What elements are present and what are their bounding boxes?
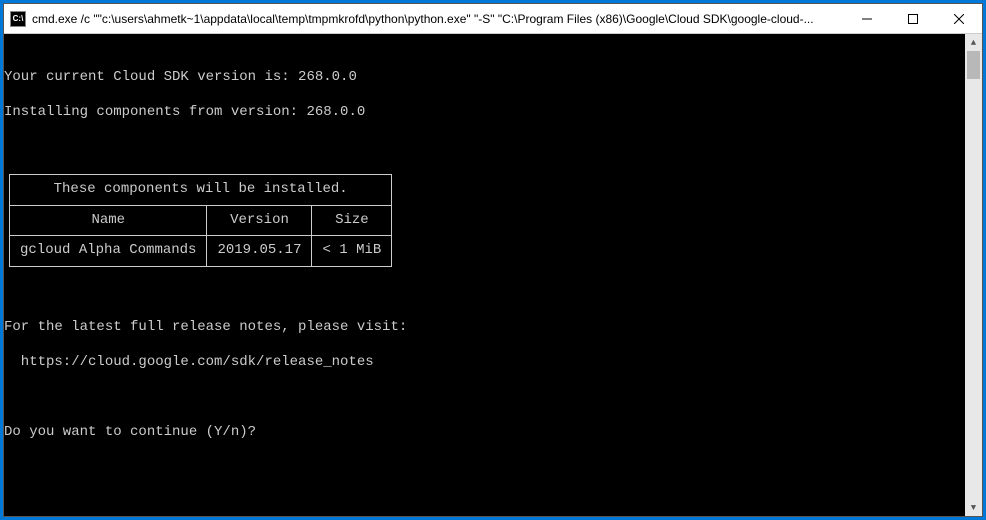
components-table: These components will be installed. Name…: [9, 174, 392, 267]
table-row: gcloud Alpha Commands 2019.05.17 < 1 MiB: [10, 236, 392, 267]
vertical-scrollbar[interactable]: ▲ ▼: [965, 34, 982, 516]
table-header-row: Name Version Size: [10, 205, 392, 236]
terminal-line: For the latest full release notes, pleas…: [4, 319, 965, 337]
terminal-line: Installing components from version: 268.…: [4, 104, 965, 122]
titlebar[interactable]: C:\ cmd.exe /c ""c:\users\ahmetk~1\appda…: [4, 4, 982, 34]
col-version: Version: [207, 205, 312, 236]
window-title: cmd.exe /c ""c:\users\ahmetk~1\appdata\l…: [32, 12, 844, 26]
terminal-line: [4, 284, 965, 302]
maximize-icon: [908, 14, 918, 24]
terminal-line: [4, 34, 965, 52]
scroll-thumb[interactable]: [967, 51, 980, 79]
minimize-icon: [862, 14, 872, 24]
terminal-line: Your current Cloud SDK version is: 268.0…: [4, 69, 965, 87]
terminal-line: [4, 139, 965, 157]
close-icon: [954, 14, 964, 24]
cell-version: 2019.05.17: [207, 236, 312, 267]
scroll-up-arrow[interactable]: ▲: [965, 34, 982, 51]
col-size: Size: [312, 205, 392, 236]
scroll-track[interactable]: [965, 51, 982, 499]
terminal-prompt[interactable]: Do you want to continue (Y/n)?: [4, 424, 965, 442]
minimize-button[interactable]: [844, 4, 890, 33]
window-controls: [844, 4, 982, 33]
col-name: Name: [10, 205, 207, 236]
cell-size: < 1 MiB: [312, 236, 392, 267]
cmd-window: C:\ cmd.exe /c ""c:\users\ahmetk~1\appda…: [3, 3, 983, 517]
cell-name: gcloud Alpha Commands: [10, 236, 207, 267]
scroll-down-arrow[interactable]: ▼: [965, 499, 982, 516]
cmd-icon: C:\: [10, 11, 26, 27]
maximize-button[interactable]: [890, 4, 936, 33]
terminal-content[interactable]: Your current Cloud SDK version is: 268.0…: [4, 34, 965, 516]
terminal-area: Your current Cloud SDK version is: 268.0…: [4, 34, 982, 516]
terminal-line: [4, 389, 965, 407]
close-button[interactable]: [936, 4, 982, 33]
table-caption: These components will be installed.: [10, 175, 392, 206]
terminal-line: https://cloud.google.com/sdk/release_not…: [4, 354, 965, 372]
